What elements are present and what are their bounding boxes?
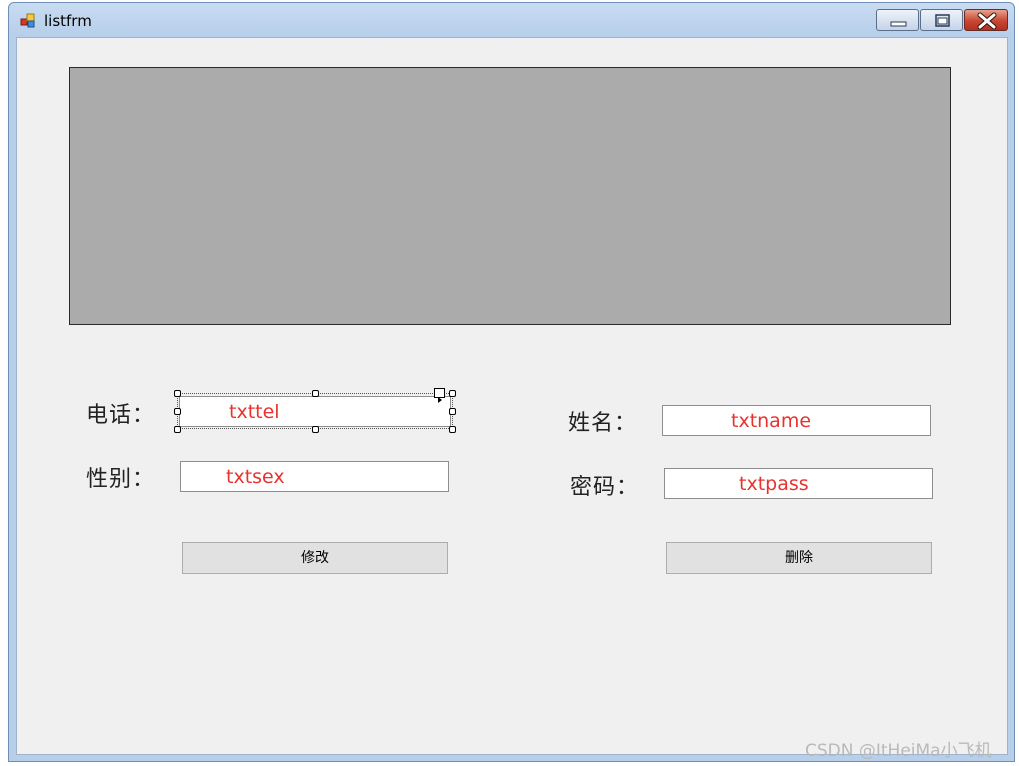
modify-button[interactable]: 修改 — [182, 542, 448, 574]
resize-handle[interactable] — [312, 390, 319, 397]
resize-handle[interactable] — [312, 426, 319, 433]
name-textbox-text: txtname — [731, 410, 812, 432]
data-grid-view[interactable] — [69, 67, 951, 325]
sex-label: 性别： — [86, 467, 156, 492]
resize-handle[interactable] — [449, 390, 456, 397]
designer-selection-frame — [177, 393, 453, 429]
name-label: 姓名： — [568, 411, 638, 436]
smart-tag-arrow-icon[interactable] — [434, 388, 445, 403]
delete-button[interactable]: 删除 — [666, 542, 932, 574]
resize-handle[interactable] — [449, 408, 456, 415]
sex-textbox[interactable]: txtsex — [180, 461, 449, 492]
sex-textbox-text: txtsex — [226, 466, 285, 488]
minimize-button[interactable] — [876, 9, 919, 31]
form-client-area: 电话： 性别： 姓名： 密码： txttel txtsex txtname tx… — [16, 37, 1008, 755]
minimize-icon — [890, 21, 907, 27]
maximize-icon — [935, 14, 950, 27]
resize-handle[interactable] — [174, 408, 181, 415]
phone-label: 电话： — [86, 403, 156, 428]
title-bar[interactable]: listfrm — [9, 3, 1014, 37]
watermark: CSDN @ItHeiMa小飞机 — [805, 741, 992, 761]
app-icon — [20, 13, 35, 28]
name-textbox[interactable]: txtname — [662, 405, 931, 436]
maximize-button[interactable] — [920, 9, 963, 31]
close-button[interactable] — [964, 9, 1008, 31]
app-window: listfrm 电话： 性别： 姓名： 密码： txttel txtsex tx… — [8, 2, 1015, 762]
password-label: 密码： — [570, 475, 640, 500]
resize-handle[interactable] — [449, 426, 456, 433]
close-icon — [977, 12, 997, 30]
password-textbox[interactable]: txtpass — [664, 468, 933, 499]
window-title: listfrm — [44, 12, 92, 30]
resize-handle[interactable] — [174, 390, 181, 397]
password-textbox-text: txtpass — [739, 473, 809, 495]
resize-handle[interactable] — [174, 426, 181, 433]
